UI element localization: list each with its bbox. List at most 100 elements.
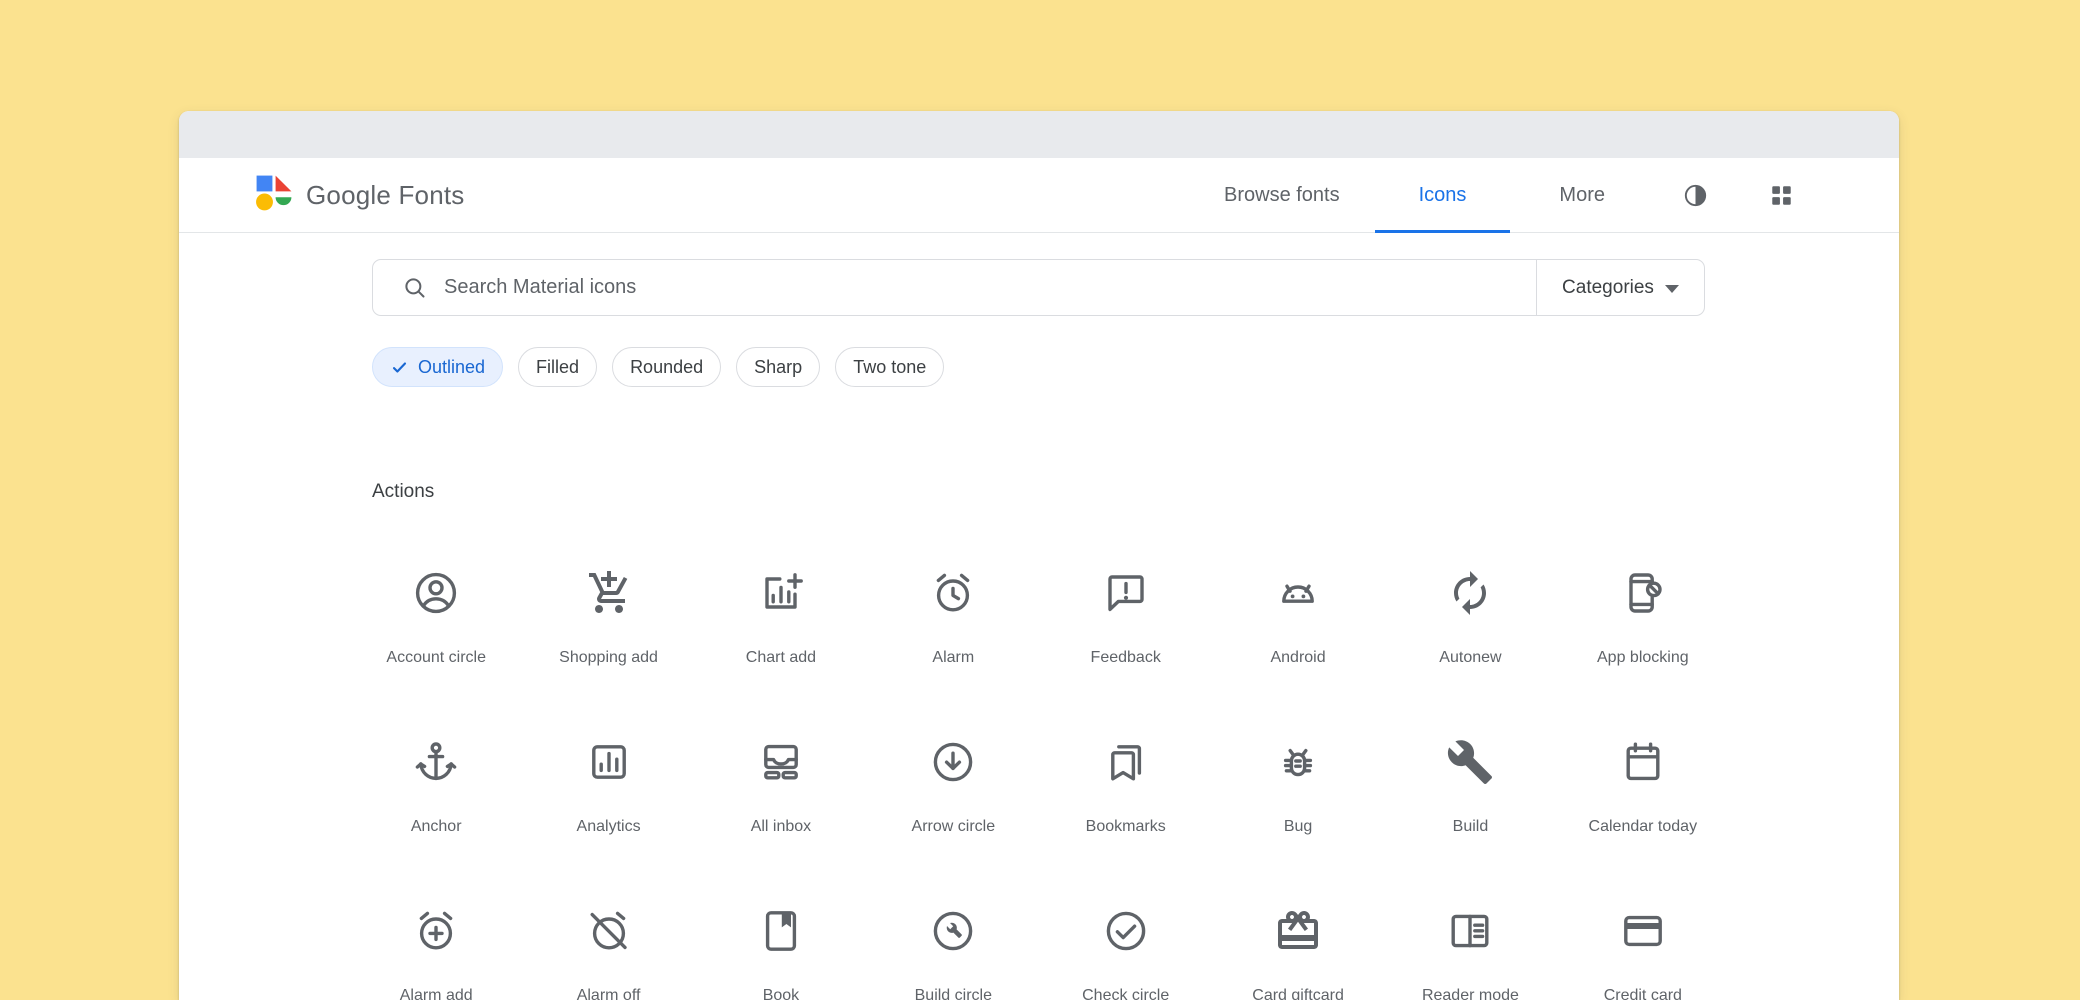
chip-label: Rounded [630,357,703,378]
nav-icons[interactable]: Icons [1391,158,1495,232]
icon-label: App blocking [1597,649,1689,667]
site-header: Google Fonts Browse fonts Icons More [179,158,1899,233]
icon-cell-reader-mode[interactable]: Reader mode [1384,907,1556,1000]
icon-cell-alarm-add[interactable]: Alarm add [350,907,522,1000]
chip-filled[interactable]: Filled [518,347,597,387]
icon-label: Shopping add [559,649,658,667]
alarm-off-icon [585,907,633,955]
search-input[interactable] [444,276,1536,299]
icon-label: Card giftcard [1252,987,1344,1000]
icon-label: Build [1453,818,1489,836]
book-icon [757,907,805,955]
icon-label: Calendar today [1589,818,1698,836]
chip-label: Outlined [418,357,485,378]
icon-cell-feedback[interactable]: Feedback [1040,569,1212,738]
google-fonts-logo[interactable]: Google Fonts [255,174,465,217]
icon-label: Chart add [746,649,816,667]
reader-mode-icon [1446,907,1494,955]
icon-label: Arrow circle [912,818,996,836]
icon-cell-credit-card[interactable]: Credit card [1557,907,1729,1000]
android-icon [1274,569,1322,617]
check-circle-icon [1102,907,1150,955]
add-shopping-cart-icon [585,569,633,617]
chip-label: Two tone [853,357,926,378]
style-filter-chips: Outlined Filled Rounded Sharp Two tone [372,347,944,387]
icon-cell-bookmarks[interactable]: Bookmarks [1040,738,1212,907]
icon-cell-anchor[interactable]: Anchor [350,738,522,907]
card-giftcard-icon [1274,907,1322,955]
window-chrome-bar [179,111,1899,158]
autorenew-icon [1446,569,1494,617]
google-fonts-logo-icon [255,174,293,217]
bookmarks-icon [1102,738,1150,786]
icon-label: Analytics [577,818,641,836]
main-nav: Browse fonts Icons More [1196,158,1633,233]
icon-label: Feedback [1091,649,1161,667]
icon-label: Bookmarks [1086,818,1166,836]
analytics-icon [585,738,633,786]
apps-grid-icon[interactable] [1761,175,1801,215]
icon-label: Check circle [1082,987,1169,1000]
calendar-today-icon [1619,738,1667,786]
nav-browse-fonts[interactable]: Browse fonts [1196,158,1368,232]
feedback-icon [1102,569,1150,617]
bug-report-icon [1274,738,1322,786]
icon-label: Android [1270,649,1325,667]
icon-cell-add-shopping-cart[interactable]: Shopping add [522,569,694,738]
icon-cell-arrow-circle-down[interactable]: Arrow circle [867,738,1039,907]
chip-label: Filled [536,357,579,378]
arrow-drop-down-icon [1665,285,1679,293]
icon-label: Build circle [915,987,992,1000]
chip-label: Sharp [754,357,802,378]
icon-cell-analytics[interactable]: Analytics [522,738,694,907]
icon-label: Reader mode [1422,987,1519,1000]
section-title: Actions [372,481,434,503]
account-circle-icon [412,569,460,617]
alarm-icon [929,569,977,617]
icon-cell-alarm-off[interactable]: Alarm off [522,907,694,1000]
icon-cell-account-circle[interactable]: Account circle [350,569,522,738]
nav-more[interactable]: More [1531,158,1633,232]
icon-label: Credit card [1604,987,1682,1000]
icon-grid: Account circle Shopping add Chart add Alarm… [350,569,1729,1000]
icon-cell-add-chart[interactable]: Chart add [695,569,867,738]
credit-card-icon [1619,907,1667,955]
icon-cell-card-giftcard[interactable]: Card giftcard [1212,907,1384,1000]
build-icon [1446,738,1494,786]
logo-text: Google Fonts [306,180,465,211]
icon-label: Account circle [386,649,486,667]
icon-label: Anchor [411,818,462,836]
anchor-icon [412,738,460,786]
icon-cell-app-blocking[interactable]: App blocking [1557,569,1729,738]
chip-two-tone[interactable]: Two tone [835,347,944,387]
icon-cell-all-inbox[interactable]: All inbox [695,738,867,907]
alarm-add-icon [412,907,460,955]
arrow-circle-down-icon [929,738,977,786]
icon-label: Autonew [1439,649,1501,667]
icon-cell-autorenew[interactable]: Autonew [1384,569,1556,738]
icon-label: Alarm [932,649,974,667]
app-blocking-icon [1619,569,1667,617]
search-bar[interactable]: Categories [372,259,1705,316]
chip-rounded[interactable]: Rounded [612,347,721,387]
icon-label: Alarm off [577,987,641,1000]
icon-cell-calendar-today[interactable]: Calendar today [1557,738,1729,907]
google-fonts-window: Google Fonts Browse fonts Icons More [179,111,1899,1000]
icon-cell-android[interactable]: Android [1212,569,1384,738]
icon-cell-bug-report[interactable]: Bug [1212,738,1384,907]
build-circle-icon [929,907,977,955]
all-inbox-icon [757,738,805,786]
theme-toggle-icon[interactable] [1675,175,1715,215]
icon-cell-build[interactable]: Build [1384,738,1556,907]
icon-cell-book[interactable]: Book [695,907,867,1000]
check-icon [390,358,409,377]
icon-cell-build-circle[interactable]: Build circle [867,907,1039,1000]
search-icon [401,274,428,301]
categories-dropdown[interactable]: Categories [1537,260,1704,315]
icon-cell-check-circle[interactable]: Check circle [1040,907,1212,1000]
chip-sharp[interactable]: Sharp [736,347,820,387]
chip-outlined[interactable]: Outlined [372,347,503,387]
icon-cell-alarm[interactable]: Alarm [867,569,1039,738]
icon-label: Alarm add [400,987,473,1000]
icon-label: All inbox [751,818,811,836]
